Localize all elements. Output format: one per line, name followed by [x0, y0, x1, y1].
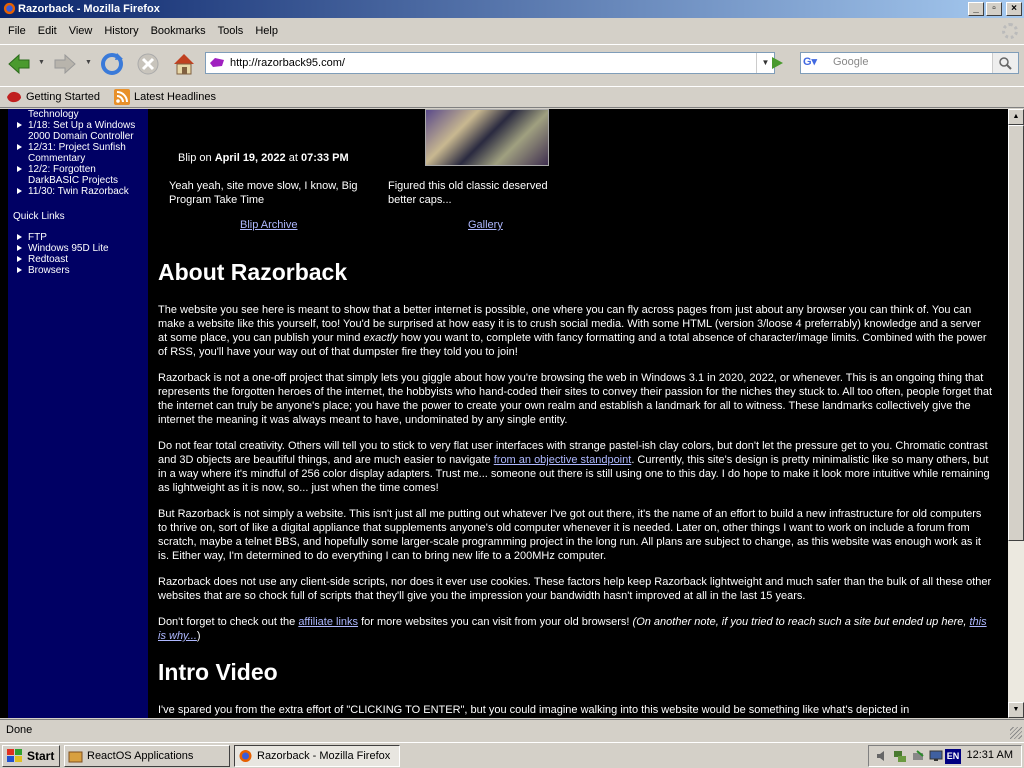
sidebar-link-windows-2000[interactable]: 1/18: Set Up a Windows 2000 Domain Contr… — [17, 120, 148, 142]
about-paragraph-3: Do not fear total creativity. Others wil… — [158, 440, 990, 494]
back-icon[interactable] — [6, 51, 32, 77]
about-paragraph-6: Don't forget to check out the affiliate … — [158, 616, 987, 642]
back-history-icon[interactable]: ▼ — [38, 59, 46, 67]
menu-help[interactable]: Help — [249, 25, 284, 37]
firefox-bookmark-icon — [7, 91, 21, 103]
about-paragraph-1: The website you see here is meant to sho… — [158, 304, 987, 358]
language-indicator[interactable]: EN — [945, 749, 961, 764]
forward-history-icon[interactable]: ▼ — [85, 59, 93, 67]
taskbar-app-firefox[interactable]: Razorback - Mozilla Firefox — [234, 745, 400, 767]
status-bar: Done — [0, 719, 1024, 741]
objective-standpoint-link[interactable]: from an objective standpoint — [494, 454, 632, 466]
start-logo-icon — [7, 749, 22, 762]
blip-header: Blip on April 19, 2022 at 07:33 PM — [178, 152, 349, 164]
maximize-button[interactable]: ▫ — [986, 2, 1002, 16]
url-text: http://razorback95.com/ — [230, 57, 345, 69]
vertical-scrollbar[interactable]: ▲ ▼ — [1008, 109, 1024, 718]
search-placeholder: Google — [833, 56, 869, 68]
minimize-button[interactable]: _ — [968, 2, 984, 16]
reload-icon[interactable] — [99, 51, 125, 77]
stop-icon[interactable] — [135, 51, 161, 77]
blip-date: April 19, 2022 — [214, 152, 286, 164]
start-button[interactable]: Start — [2, 745, 60, 767]
intro-video-heading: Intro Video — [158, 659, 278, 685]
taskbar: Start ReactOS Applications Mana... Razor… — [0, 742, 1024, 768]
affiliate-links-link[interactable]: affiliate links — [298, 616, 358, 628]
bookmarks-toolbar: Getting Started Latest Headlines — [0, 86, 1024, 108]
quick-link-ftp[interactable]: FTP — [17, 232, 148, 243]
quick-link-redtoast[interactable]: Redtoast — [17, 254, 148, 265]
menu-tools[interactable]: Tools — [212, 25, 250, 37]
menu-bar: File Edit View History Bookmarks Tools H… — [0, 20, 1024, 42]
window-title: Razorback - Mozilla Firefox — [18, 3, 160, 15]
about-heading: About Razorback — [158, 259, 348, 285]
menu-view[interactable]: View — [63, 25, 99, 37]
sidebar-link-darkbasic[interactable]: 12/2: Forgotten DarkBASIC Projects — [17, 164, 148, 186]
scroll-thumb[interactable] — [1008, 125, 1024, 541]
firefox-icon — [3, 2, 16, 15]
bookmark-latest-headlines[interactable]: Latest Headlines — [114, 89, 216, 105]
blip-time: 07:33 PM — [300, 152, 349, 164]
magnifier-icon — [999, 57, 1012, 70]
rss-feed-icon — [114, 89, 130, 105]
clock[interactable]: 12:31 AM — [967, 749, 1013, 761]
menu-file[interactable]: File — [2, 25, 32, 37]
home-icon[interactable] — [171, 51, 197, 77]
about-paragraph-4: But Razorback is not simply a website. T… — [158, 508, 982, 562]
site-sidebar: Technology 1/18: Set Up a Windows 2000 D… — [8, 109, 148, 718]
blip-archive-link[interactable]: Blip Archive — [240, 219, 297, 231]
sidebar-category: Technology — [28, 109, 79, 120]
bookmark-getting-started[interactable]: Getting Started — [6, 90, 100, 104]
display-icon[interactable] — [929, 749, 943, 763]
search-engine-icon[interactable]: G▾ — [803, 55, 827, 71]
page-content: Technology 1/18: Set Up a Windows 2000 D… — [0, 109, 1008, 718]
gallery-thumbnail[interactable] — [425, 109, 549, 166]
throbber-icon — [1002, 23, 1018, 39]
quick-link-windows-95d-lite[interactable]: Windows 95D Lite — [17, 243, 148, 254]
menu-bookmarks[interactable]: Bookmarks — [145, 25, 212, 37]
system-tray: EN 12:31 AM — [868, 745, 1022, 767]
close-button[interactable]: × — [1006, 2, 1022, 16]
sidebar-link-sunfish[interactable]: 12/31: Project Sunfish Commentary — [17, 142, 148, 164]
resize-grip-icon[interactable] — [1010, 727, 1022, 739]
window-titlebar[interactable]: Razorback - Mozilla Firefox _ ▫ × — [0, 0, 1024, 18]
quick-links-heading: Quick Links — [13, 211, 65, 222]
blip-caption: Yeah yeah, site move slow, I know, Big P… — [169, 180, 358, 206]
search-input[interactable]: G▾ Google — [800, 52, 1019, 74]
gallery-caption: Figured this old classic deserved better… — [388, 180, 548, 206]
volume-icon[interactable] — [875, 749, 889, 763]
go-arrow-icon[interactable] — [769, 55, 785, 71]
taskbar-app-reactos[interactable]: ReactOS Applications Mana... — [64, 745, 230, 767]
about-paragraph-5: Razorback does not use any client-side s… — [158, 576, 992, 602]
network-icon[interactable] — [893, 749, 907, 763]
quick-link-browsers[interactable]: Browsers — [17, 265, 148, 276]
address-bar[interactable]: http://razorback95.com/ ▼ — [205, 52, 775, 74]
scroll-up-button[interactable]: ▲ — [1008, 109, 1024, 125]
status-text: Done — [6, 724, 33, 736]
sidebar-link-twin-razorback[interactable]: 11/30: Twin Razorback — [17, 186, 148, 197]
search-go-button[interactable] — [992, 53, 1018, 73]
app-manager-icon — [68, 751, 83, 763]
scroll-down-button[interactable]: ▼ — [1008, 702, 1024, 718]
site-favicon-icon — [210, 58, 224, 67]
safely-remove-icon[interactable] — [911, 749, 925, 763]
menu-edit[interactable]: Edit — [32, 25, 63, 37]
about-paragraph-2: Razorback is not a one-off project that … — [158, 372, 993, 426]
forward-icon[interactable] — [52, 51, 78, 77]
intro-paragraph: I've spared you from the extra effort of… — [158, 704, 910, 716]
menu-history[interactable]: History — [98, 25, 144, 37]
gallery-link[interactable]: Gallery — [468, 219, 503, 231]
firefox-taskbar-icon — [239, 750, 252, 762]
